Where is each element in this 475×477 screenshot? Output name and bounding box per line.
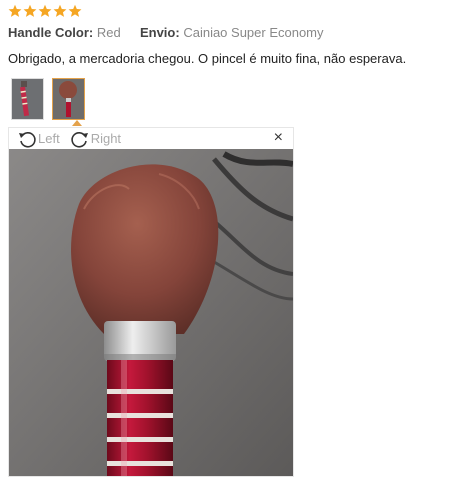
star-icon <box>53 4 67 17</box>
image-viewer: Left Right × <box>8 127 294 477</box>
review-text: Obrigado, a mercadoria chegou. O pincel … <box>8 51 407 66</box>
review-photo <box>9 149 293 476</box>
shipping-label: Envio: <box>139 25 180 40</box>
review-thumbnail-1[interactable] <box>11 78 44 120</box>
viewer-toolbar: Left Right × <box>9 128 293 149</box>
rotate-left-button[interactable]: Left <box>17 129 60 149</box>
star-icon <box>68 4 82 17</box>
rotate-left-icon <box>19 131 36 148</box>
rotate-right-icon <box>71 131 88 148</box>
handle-color-value: Red <box>96 25 121 40</box>
rotate-right-label: Right <box>90 131 122 146</box>
rotate-right-button[interactable]: Right <box>70 129 121 149</box>
shipping-value: Cainiao Super Economy <box>183 25 324 40</box>
selected-thumbnail-caret <box>72 120 82 126</box>
review-thumbnail-2[interactable] <box>52 78 85 120</box>
star-icon <box>23 4 37 17</box>
star-icon <box>38 4 52 17</box>
rating-stars <box>8 4 82 18</box>
close-icon[interactable]: × <box>274 130 283 146</box>
order-attributes: Handle Color: Red Envio: Cainiao Super E… <box>8 25 324 40</box>
star-icon <box>8 4 22 17</box>
rotate-left-label: Left <box>38 131 60 146</box>
review-thumbnails <box>11 78 85 120</box>
handle-color-label: Handle Color: <box>8 25 94 40</box>
